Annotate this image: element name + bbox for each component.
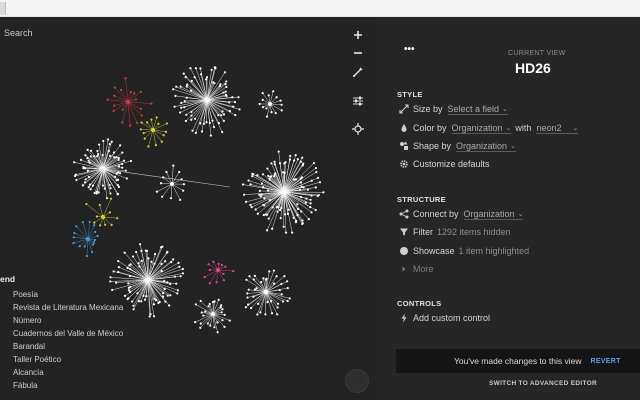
droplet-icon (399, 123, 409, 133)
more-options-icon[interactable]: ••• (404, 44, 415, 55)
revert-button[interactable]: REVERT (590, 358, 620, 365)
zoom-out-icon[interactable] (350, 45, 366, 61)
advanced-editor-link[interactable]: SWITCH TO ADVANCED EDITOR (489, 380, 597, 387)
floating-action-button[interactable] (345, 369, 369, 393)
cluster-blue[interactable] (72, 220, 99, 258)
controls-section-title: CONTROLS (397, 299, 442, 308)
view-settings-panel: ••• CURRENT VIEW HD26 STYLE Size by Sele… (377, 17, 640, 400)
chevron-down-icon: ⌄ (510, 142, 516, 150)
move-icon[interactable] (350, 121, 366, 137)
more-label: More (413, 264, 434, 274)
add-custom-control-label: Add custom control (413, 313, 491, 323)
share-icon (399, 209, 409, 219)
shape-by-label: Shape by (413, 141, 452, 151)
customize-defaults-row[interactable]: Customize defaults (399, 157, 490, 171)
current-view-label: CURRENT VIEW (508, 50, 566, 57)
structure-section-title: STRUCTURE (397, 195, 446, 204)
caret-right-icon (399, 264, 409, 274)
color-by-select[interactable]: Organization ⌄ (451, 122, 512, 134)
shape-by-select[interactable]: Organization ⌄ (456, 141, 516, 152)
toast-message: You've made changes to this view (454, 356, 582, 366)
customize-defaults-label: Customize defaults (413, 159, 490, 169)
palette-select[interactable]: neon2 ⌄ (536, 122, 579, 134)
chevron-down-icon: ⌄ (572, 124, 579, 132)
gear-icon (399, 159, 409, 169)
cluster-top[interactable] (172, 66, 241, 137)
connect-by-select[interactable]: Organization ⌄ (463, 208, 524, 220)
legend-item-revista[interactable]: Revista de Literatura Mexicana (13, 303, 123, 312)
chevron-down-icon: ⌄ (505, 124, 512, 132)
filter-detail: 1292 items hidden (437, 227, 511, 237)
shape-by-row[interactable]: Shape by Organization ⌄ (399, 139, 516, 153)
filter-row[interactable]: Filter 1292 items hidden (399, 225, 511, 239)
search-label[interactable]: Search (4, 28, 33, 38)
current-view-name[interactable]: HD26 (515, 60, 551, 76)
showcase-label: Showcase (413, 246, 455, 256)
cluster-small-right[interactable] (258, 90, 283, 118)
legend-item-taller[interactable]: Taller Poético (13, 355, 61, 364)
style-section-title: STYLE (397, 90, 423, 99)
size-by-select[interactable]: Select a field ⌄ (447, 103, 508, 115)
showcase-icon (399, 246, 409, 256)
shapes-icon (399, 141, 409, 151)
color-by-row[interactable]: Color by Organization ⌄ with neon2 ⌄ (399, 121, 579, 135)
connect-by-row[interactable]: Connect by Organization ⌄ (399, 207, 524, 221)
size-by-value: Select a field (447, 103, 500, 114)
color-with-label: with (515, 123, 532, 133)
color-by-label: Color by (413, 123, 447, 133)
more-row[interactable]: More (399, 262, 434, 276)
filter-icon (399, 227, 409, 237)
zoom-in-icon[interactable] (350, 27, 366, 43)
legend-item-alcancia[interactable]: Alcancía (13, 368, 44, 377)
chevron-down-icon: ⌄ (517, 210, 524, 218)
cluster-yellow[interactable] (139, 116, 169, 148)
legend-item-cuadernos[interactable]: Cuadernos del Valle de México (13, 329, 123, 338)
cluster-big-right[interactable] (241, 150, 325, 234)
cluster-bottom-small[interactable] (194, 298, 231, 334)
sliders-icon[interactable] (350, 93, 366, 109)
pen-icon[interactable] (350, 64, 366, 80)
bolt-icon (399, 313, 409, 323)
shape-by-value: Organization (456, 140, 508, 151)
cluster-mid[interactable] (155, 164, 186, 201)
connect-by-value: Organization (463, 208, 515, 219)
filter-label: Filter (413, 227, 433, 237)
window-edge (0, 2, 6, 15)
legend-item-numero[interactable]: Número (13, 316, 41, 325)
legend-title: end (0, 274, 16, 284)
size-by-label: Size by (413, 104, 443, 114)
cluster-left[interactable] (73, 138, 133, 200)
showcase-detail: 1 item highlighted (458, 246, 530, 256)
size-by-row[interactable]: Size by Select a field ⌄ (399, 102, 508, 116)
expand-icon (399, 104, 409, 114)
changes-toast: You've made changes to this view REVERT (396, 349, 640, 373)
cluster-pink[interactable] (203, 260, 235, 285)
top-bar (0, 0, 640, 17)
chevron-down-icon: ⌄ (502, 105, 508, 113)
network-canvas[interactable] (0, 17, 377, 400)
network-graph[interactable]: Search end Poesía Revista de Literatura … (0, 17, 377, 400)
legend-item-barandal[interactable]: Barandal (13, 342, 45, 351)
cluster-red[interactable] (106, 77, 153, 127)
showcase-row[interactable]: Showcase 1 item highlighted (399, 244, 529, 258)
palette-value: neon2 (536, 122, 562, 133)
color-by-value: Organization (451, 122, 503, 133)
connect-by-label: Connect by (413, 209, 459, 219)
cluster-bottom-right[interactable] (244, 269, 291, 316)
legend-item-poesia[interactable]: Poesía (13, 290, 38, 299)
add-custom-control-row[interactable]: Add custom control (399, 311, 490, 325)
legend-item-fabula[interactable]: Fábula (13, 381, 37, 390)
